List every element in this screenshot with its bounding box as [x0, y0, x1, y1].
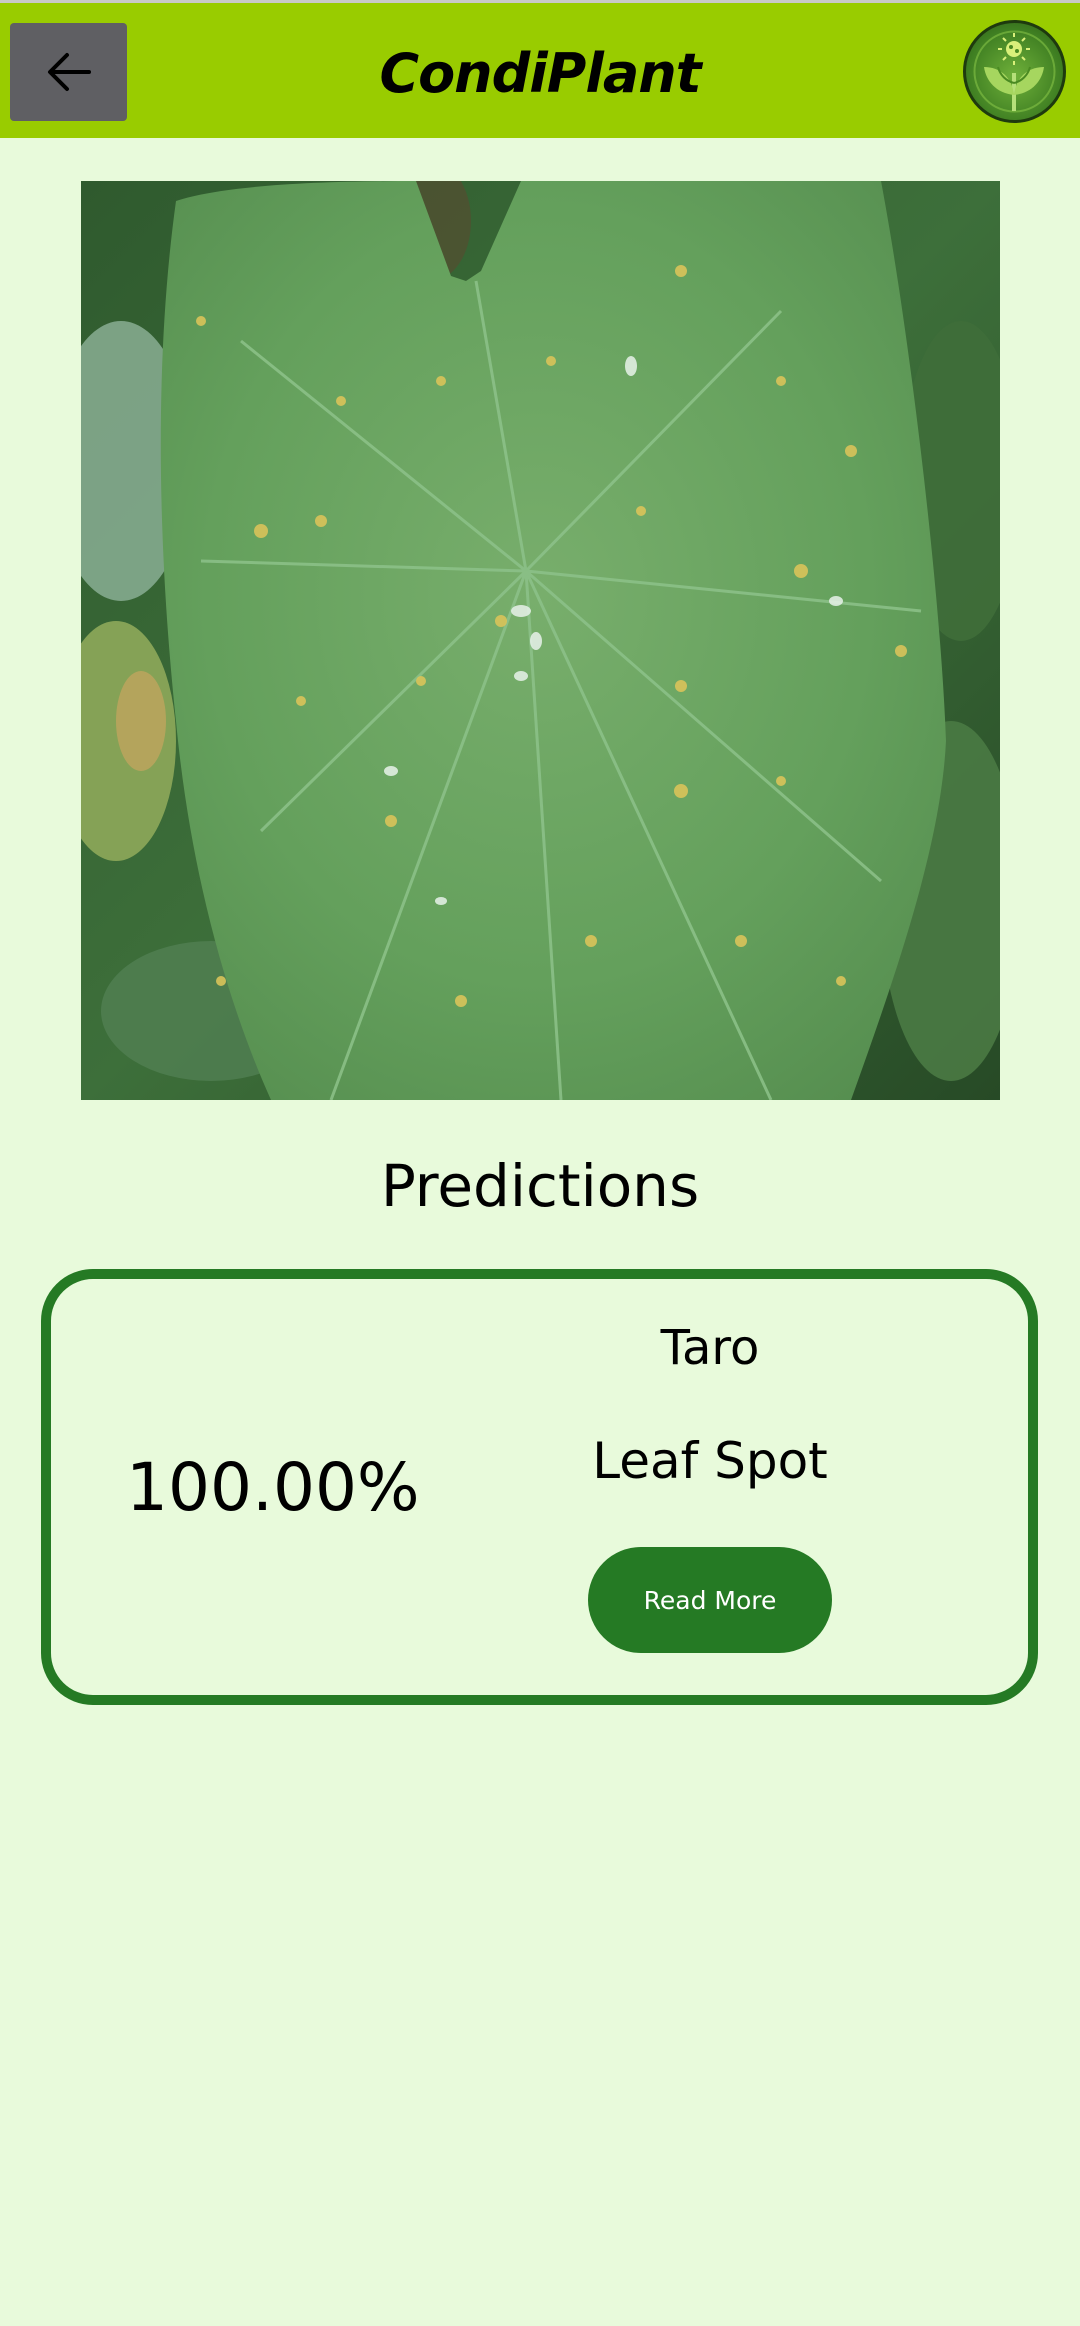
app-title: CondiPlant — [379, 42, 701, 105]
predictions-heading: Predictions — [380, 1152, 700, 1220]
read-more-button[interactable]: Read More — [588, 1547, 832, 1653]
app-header: CondiPlant — [0, 0, 1080, 138]
plant-name: Taro — [660, 1320, 760, 1376]
disease-name: Leaf Spot — [592, 1432, 828, 1490]
confidence-value: 100.00% — [126, 1449, 420, 1526]
taro-leaf-photo — [81, 181, 1000, 1100]
read-more-label: Read More — [643, 1585, 777, 1615]
plant-virus-logo-icon — [963, 20, 1066, 123]
